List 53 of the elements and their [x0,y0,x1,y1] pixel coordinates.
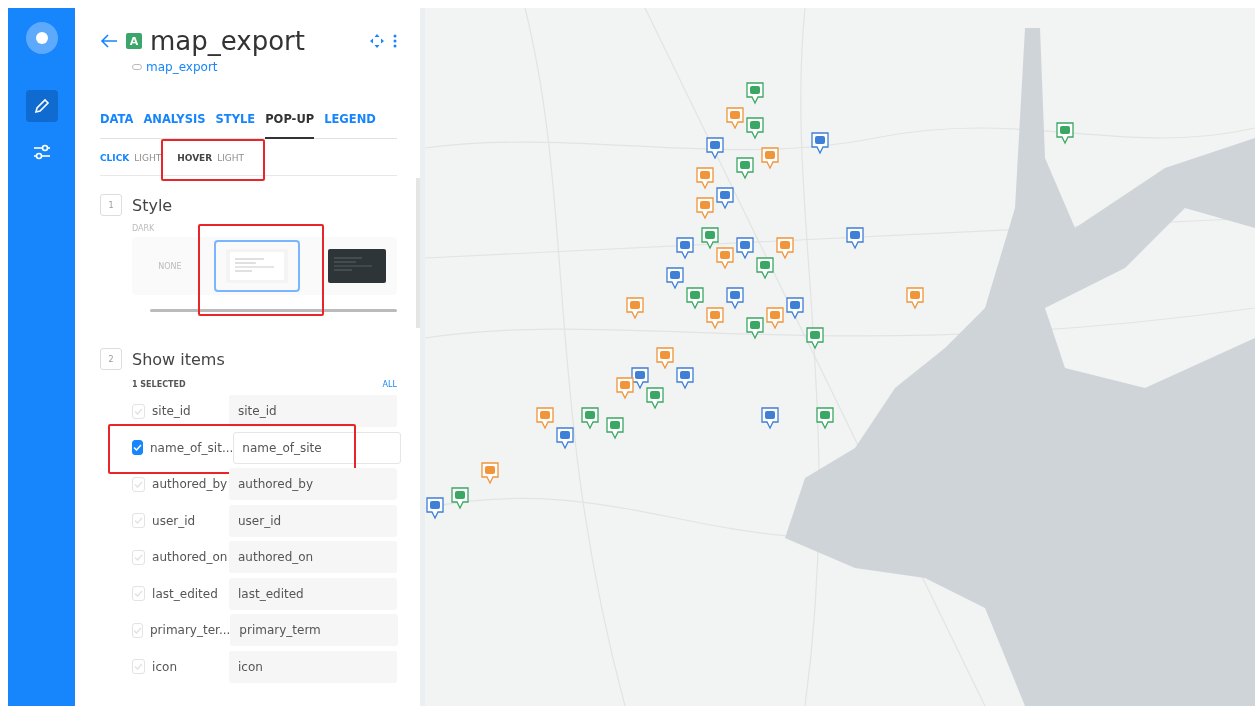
tab[interactable]: ANALYSIS [143,112,206,139]
check-icon [134,480,144,488]
field-label-input[interactable]: primary_term [230,614,399,646]
layer-title: map_export [150,26,306,56]
field-label-input[interactable]: site_id [229,395,397,427]
popup-mode-tab[interactable]: CLICK LIGHT [100,153,162,163]
selected-count: 1 SELECTED [132,380,186,389]
field-name: name_of_sit... [150,440,234,455]
move-icon[interactable] [369,33,385,49]
field-label-input[interactable]: icon [229,650,397,683]
check-icon [133,444,142,451]
tab[interactable]: DATA [100,112,134,139]
check-icon [134,553,144,561]
sliders-icon [32,144,51,160]
check-icon [134,517,144,524]
source-link[interactable]: map_export [146,60,218,74]
tab[interactable]: POP-UP [265,112,315,139]
map-drawing[interactable] [425,8,1255,706]
tab[interactable]: LEGEND [324,112,376,139]
checkbox[interactable] [132,440,143,455]
field-name: primary_ter... [150,623,231,637]
step-number: 2 [100,348,122,370]
check-icon [134,407,144,415]
style-caption: DARK [132,224,156,233]
check-icon [134,590,144,597]
check-icon [134,663,144,670]
more-options-icon[interactable] [393,33,397,49]
field-name: icon [152,659,178,674]
field-label-input[interactable]: authored_on [229,541,397,573]
field-name: site_id [152,404,192,418]
section-title: Style [132,195,173,215]
link-icon [132,63,142,71]
field-label-input[interactable]: user_id [229,504,397,537]
step-number: 1 [100,194,122,216]
horizontal-scrollbar[interactable] [150,309,397,312]
select-all-link[interactable]: ALL [382,380,397,389]
field-name: last_edited [152,586,219,601]
field-label-input[interactable]: name_of_site [233,431,402,464]
field-label-input[interactable]: authored_by [229,468,397,500]
layer-badge: A [126,33,142,49]
field-name: authored_on [152,550,229,564]
section-title: Show items [132,349,225,369]
pencil-icon [33,98,50,114]
field-name: authored_by [152,477,229,491]
popup-mode-tab[interactable]: HOVER LIGHT [177,153,245,163]
logo-icon[interactable] [25,22,58,54]
tab[interactable]: STYLE [215,112,256,139]
light-style-option[interactable] [214,240,300,292]
edit-nav-button[interactable] [25,90,58,122]
check-icon [133,626,142,634]
field-name: user_id [152,513,197,528]
field-label-input[interactable]: last_edited [229,577,397,610]
back-arrow-icon[interactable] [100,34,118,48]
